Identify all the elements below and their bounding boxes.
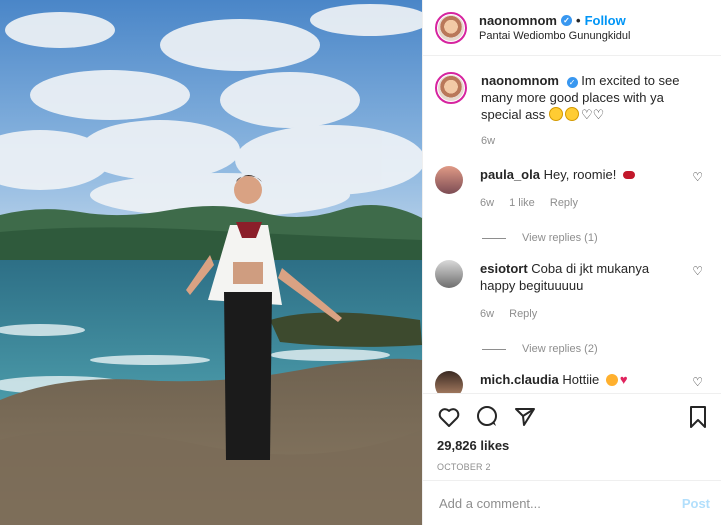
post-side-panel: naonomnom ✓ • Follow Pantai Wediombo Gun… — [422, 0, 721, 525]
comment-item: paula_ola Hey, roomie! 6w 1 like Reply ♡ — [435, 166, 705, 212]
location-link[interactable]: Pantai Wediombo Gunungkidul — [479, 30, 630, 42]
view-replies-label[interactable]: View replies (2) — [522, 343, 598, 355]
comment-text: Hottiie — [562, 372, 600, 387]
author-avatar[interactable] — [435, 11, 467, 44]
post-actions: 29,826 likes OCTOBER 2 — [423, 393, 721, 472]
commenter-avatar[interactable] — [435, 260, 463, 288]
comment-username[interactable]: mich.claudia — [480, 372, 559, 387]
comment-item: esiotort Coba di jkt mukanya happy begit… — [435, 260, 705, 323]
follow-button[interactable]: Follow — [585, 13, 626, 28]
post-date: OCTOBER 2 — [437, 462, 491, 472]
share-send-icon[interactable] — [513, 405, 537, 429]
lips-icon — [622, 171, 635, 179]
likes-count[interactable]: 29,826 likes — [437, 438, 710, 453]
comment-bubble-icon[interactable] — [475, 405, 499, 429]
comments-list[interactable]: naonomnom ✓ Im excited to see many more … — [423, 56, 721, 393]
commenter-avatar[interactable] — [435, 371, 463, 393]
comment-like-heart-icon[interactable]: ♡ — [692, 375, 703, 389]
verified-badge-icon: ✓ — [561, 15, 572, 26]
smiling-face-icon — [548, 107, 563, 121]
caption-avatar[interactable] — [435, 72, 467, 104]
commenter-avatar[interactable] — [435, 166, 463, 194]
white-heart-icon: ♡♡ — [580, 107, 605, 122]
comment-text: Hey, roomie! — [543, 167, 617, 182]
instagram-post: naonomnom ✓ • Follow Pantai Wediombo Gun… — [0, 0, 721, 525]
reply-button[interactable]: Reply — [509, 308, 537, 320]
comment-like-heart-icon[interactable]: ♡ — [692, 170, 703, 184]
add-comment-bar: Post — [423, 480, 721, 525]
comment-time[interactable]: 6w — [480, 308, 494, 320]
comment-likes[interactable]: 1 like — [509, 197, 535, 209]
like-heart-icon[interactable] — [437, 405, 461, 429]
grinning-face-icon — [605, 374, 618, 386]
bookmark-icon[interactable] — [686, 405, 710, 429]
view-replies-label[interactable]: View replies (1) — [522, 232, 598, 244]
verified-badge-icon: ✓ — [566, 77, 578, 88]
view-replies[interactable]: View replies (1) — [482, 232, 705, 244]
comment-username[interactable]: esiotort — [480, 261, 528, 276]
post-photo[interactable] — [0, 0, 422, 525]
view-replies[interactable]: View replies (2) — [482, 343, 705, 355]
separator-dot: • — [576, 13, 581, 28]
comment-time[interactable]: 6w — [480, 197, 494, 209]
comment-input[interactable] — [437, 494, 682, 512]
comment-item: mich.claudia Hottiie ♥ ♡ — [435, 371, 705, 393]
post-header: naonomnom ✓ • Follow Pantai Wediombo Gun… — [423, 0, 721, 56]
caption-username[interactable]: naonomnom — [481, 73, 559, 88]
replies-divider — [482, 348, 506, 350]
reply-button[interactable]: Reply — [550, 197, 578, 209]
red-heart-icon: ♥ — [619, 372, 628, 387]
comment-like-heart-icon[interactable]: ♡ — [692, 264, 703, 278]
beach-photo-image — [0, 0, 422, 525]
author-username[interactable]: naonomnom — [479, 13, 557, 28]
caption-time[interactable]: 6w — [481, 133, 696, 150]
replies-divider — [482, 237, 506, 239]
comment-username[interactable]: paula_ola — [480, 167, 540, 182]
post-caption: naonomnom ✓ Im excited to see many more … — [435, 72, 705, 150]
smiling-face-icon — [564, 107, 579, 121]
post-comment-button[interactable]: Post — [682, 496, 710, 511]
